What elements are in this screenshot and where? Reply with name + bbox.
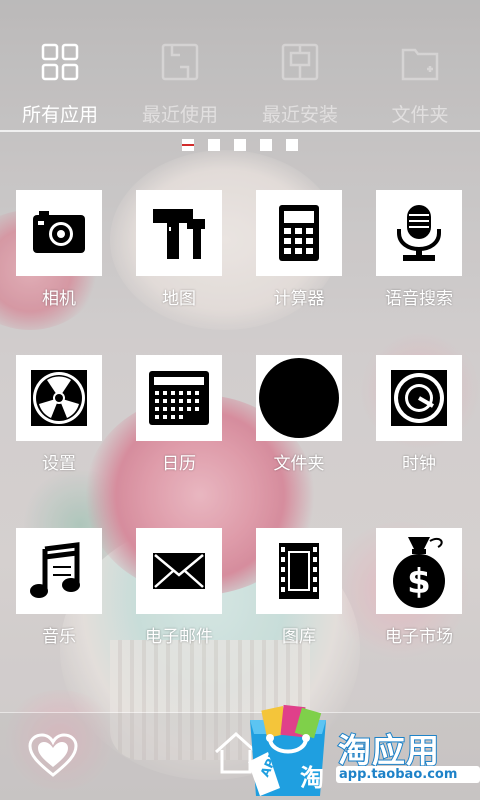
app-label: 相机 xyxy=(42,289,76,309)
app-label: 地图 xyxy=(162,289,196,309)
app-label: 文件夹 xyxy=(273,454,325,474)
tab-divider xyxy=(0,130,480,132)
app-tile: $ xyxy=(376,528,462,614)
svg-text:$: $ xyxy=(407,562,431,602)
app-tile xyxy=(136,355,222,441)
app-tile xyxy=(376,190,462,276)
tab-folders[interactable]: 文件夹 xyxy=(360,0,480,128)
installed-icon xyxy=(281,43,319,81)
tab-label: 文件夹 xyxy=(391,104,449,126)
app-tile xyxy=(256,190,342,276)
app-settings[interactable]: 设置 xyxy=(0,355,119,495)
microphone-icon xyxy=(397,205,441,261)
recent-icon xyxy=(161,43,199,81)
app-label: 时钟 xyxy=(402,454,436,474)
app-tile xyxy=(256,528,342,614)
app-label: 图库 xyxy=(282,627,316,647)
money-bag-icon: $ xyxy=(393,537,445,608)
app-tile xyxy=(136,528,222,614)
heart-icon[interactable] xyxy=(28,733,78,777)
page-dot-current[interactable] xyxy=(182,139,194,151)
calculator-icon xyxy=(279,205,319,261)
app-label: 电子邮件 xyxy=(145,627,213,647)
taobao-brand-url: app.taobao.com xyxy=(336,766,480,783)
app-music[interactable]: 音乐 xyxy=(0,528,119,668)
app-tile xyxy=(16,528,102,614)
app-gallery[interactable]: 图库 xyxy=(239,528,359,668)
app-label: 语音搜索 xyxy=(385,289,453,309)
app-label: 计算器 xyxy=(273,289,325,309)
tab-label: 最近安装 xyxy=(261,104,338,126)
tab-label: 最近使用 xyxy=(141,104,218,126)
page-indicator xyxy=(0,139,480,153)
app-label: 设置 xyxy=(42,454,76,474)
app-tile xyxy=(256,355,342,441)
music-icon xyxy=(30,542,80,598)
app-map[interactable]: 地图 xyxy=(119,190,239,330)
app-voice-search[interactable]: 语音搜索 xyxy=(359,190,479,330)
camera-icon xyxy=(33,211,85,253)
mail-icon xyxy=(153,553,205,589)
app-camera[interactable]: 相机 xyxy=(0,190,119,330)
app-tile xyxy=(16,355,102,441)
taobao-watermark: 淘应用 app.taobao.com xyxy=(334,722,480,800)
folder-blob-icon xyxy=(259,358,339,438)
map-icon xyxy=(153,209,205,259)
app-tile xyxy=(136,190,222,276)
app-calculator[interactable]: 计算器 xyxy=(239,190,359,330)
app-label: 日历 xyxy=(162,454,196,474)
taobao-brand-title: 淘应用 xyxy=(337,730,440,771)
app-email[interactable]: 电子邮件 xyxy=(119,528,239,668)
tab-recent-used[interactable]: 最近使用 xyxy=(120,0,240,128)
app-market[interactable]: $ 电子市场 xyxy=(359,528,479,668)
page-dot[interactable] xyxy=(260,139,272,151)
tab-label: 所有应用 xyxy=(21,104,98,126)
grid-icon xyxy=(41,43,79,81)
app-label: 电子市场 xyxy=(385,627,453,647)
folder-icon xyxy=(401,48,439,81)
page-dot[interactable] xyxy=(234,139,246,151)
tab-recent-installed[interactable]: 最近安装 xyxy=(240,0,360,128)
taobao-bag-icon: APP 淘 xyxy=(248,704,326,796)
app-tile xyxy=(376,355,462,441)
drawer-tabs: 所有应用 最近使用 最近安装 文件夹 xyxy=(0,0,480,128)
page-dot[interactable] xyxy=(208,139,220,151)
film-icon xyxy=(279,543,319,599)
app-clock[interactable]: 时钟 xyxy=(359,355,479,495)
app-calendar[interactable]: 日历 xyxy=(119,355,239,495)
app-folder[interactable]: 文件夹 xyxy=(239,355,359,495)
tab-all-apps[interactable]: 所有应用 xyxy=(0,0,120,128)
app-label: 音乐 xyxy=(42,627,76,647)
calendar-icon xyxy=(149,371,209,425)
settings-icon xyxy=(31,370,87,426)
page-dot[interactable] xyxy=(286,139,298,151)
clock-icon xyxy=(391,370,447,426)
taobao-bag-char: 淘 xyxy=(300,764,324,792)
app-tile xyxy=(16,190,102,276)
